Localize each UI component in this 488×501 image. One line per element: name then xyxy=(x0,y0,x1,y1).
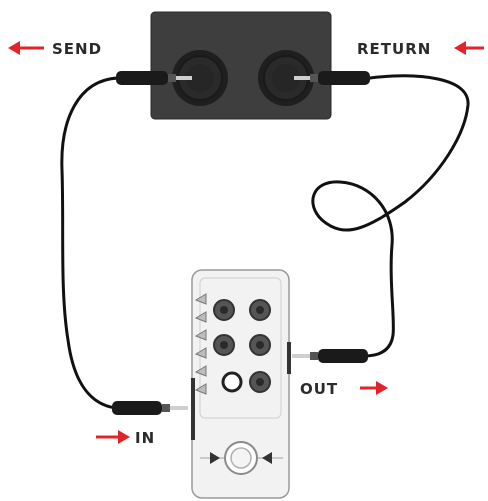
arrow-right-icon xyxy=(360,381,388,395)
effects-loop-unit xyxy=(150,11,332,120)
arrow-left-icon xyxy=(8,41,44,55)
send-cable xyxy=(60,76,120,410)
return-cable xyxy=(311,74,470,358)
out-label: OUT xyxy=(300,380,338,398)
arrow-right-icon xyxy=(96,430,130,444)
send-label: SEND xyxy=(52,40,102,58)
return-label: RETURN xyxy=(357,40,431,58)
arrow-left-icon xyxy=(454,41,484,55)
pedal-device xyxy=(191,269,291,499)
out-plug xyxy=(292,349,368,363)
effects-loop-diagram: SEND RETURN IN OUT xyxy=(8,11,484,499)
in-label: IN xyxy=(135,429,155,447)
in-plug xyxy=(112,401,188,415)
